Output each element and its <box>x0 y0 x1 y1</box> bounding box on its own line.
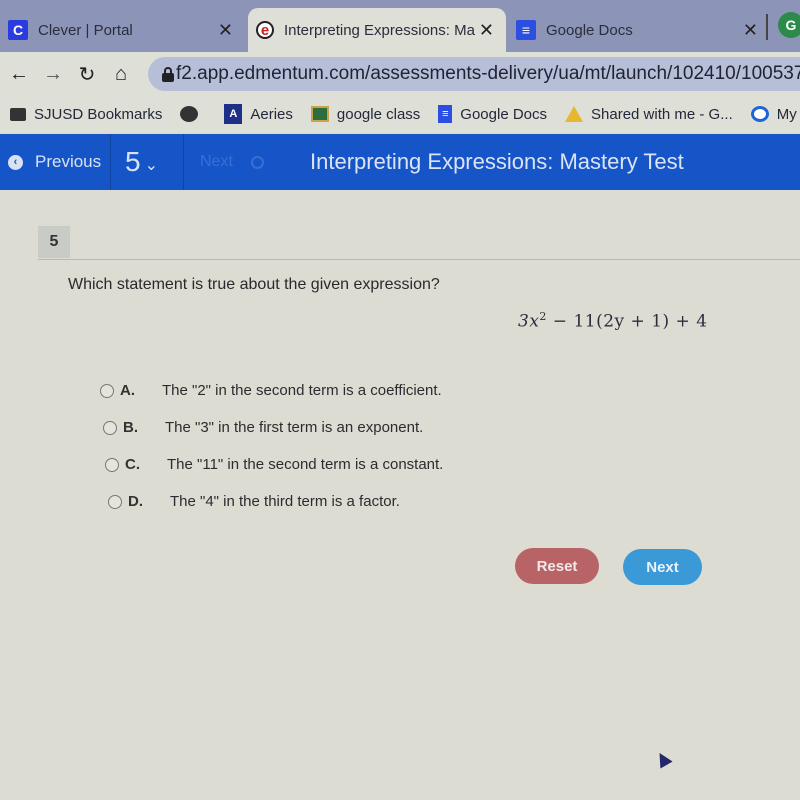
expr-rest: − 11(2y + 1) + 4 <box>546 311 708 332</box>
bookmark-label: Aeries <box>250 105 293 123</box>
tab-google-docs[interactable]: ≡ Google Docs ✕ <box>508 8 770 52</box>
radio-button[interactable] <box>100 383 114 398</box>
chevron-left-circle-icon: ‹ <box>8 154 23 170</box>
google-docs-favicon-icon: ≡ <box>516 20 536 40</box>
address-bar[interactable]: f2.app.edmentum.com/assessments-delivery… <box>148 57 800 91</box>
bookmark-label: Shared with me - G... <box>591 105 733 123</box>
globe-icon <box>180 106 199 122</box>
url-text: f2.app.edmentum.com/assessments-delivery… <box>176 63 800 84</box>
close-tab-icon[interactable]: ✕ <box>479 20 494 41</box>
bookmark-google-docs[interactable]: ≡ Google Docs <box>438 105 547 123</box>
option-letter: C. <box>125 456 140 473</box>
option-b[interactable]: B. The "3" in the first term is an expon… <box>103 409 443 446</box>
bookmark-label: Google Docs <box>460 105 548 123</box>
bookmark-aeries[interactable]: A Aeries <box>224 104 293 124</box>
question-prompt: Which statement is true about the given … <box>68 276 440 293</box>
drive-icon <box>565 106 584 122</box>
clever-favicon-icon: C <box>8 20 28 40</box>
page-title: Interpreting Expressions: Mastery Test <box>310 149 684 174</box>
back-arrow-icon[interactable]: ← <box>4 63 34 86</box>
answer-options: A. The "2" in the second term is a coeff… <box>100 372 443 520</box>
radio-button[interactable] <box>108 494 122 509</box>
tab-clever-portal[interactable]: C Clever | Portal ✕ <box>0 8 245 52</box>
home-icon[interactable]: ⌂ <box>106 63 136 86</box>
bookmark-label: My Dashb <box>776 105 800 123</box>
chevron-right-circle-icon <box>250 155 264 169</box>
option-letter: B. <box>123 419 138 436</box>
docs-icon: ≡ <box>438 105 453 123</box>
next-nav-button-disabled[interactable]: Next <box>184 153 274 171</box>
radio-button[interactable] <box>103 420 117 435</box>
question-panel: 5 Which statement is true about the give… <box>38 226 800 786</box>
question-selector[interactable]: 5 ⌄ <box>111 134 184 190</box>
divider <box>38 259 800 260</box>
expr-term: 3x <box>518 311 540 332</box>
option-text: The "2" in the second term is a coeffici… <box>162 382 442 399</box>
option-d[interactable]: D. The "4" in the third term is a factor… <box>108 483 443 520</box>
option-text: The "11" in the second term is a constan… <box>167 456 444 473</box>
option-letter: A. <box>120 382 135 399</box>
bookmark-my-dashboard[interactable]: My Dashb <box>750 105 800 123</box>
classroom-icon <box>310 106 329 122</box>
browser-toolbar: ← → ↻ ⌂ f2.app.edmentum.com/assessments-… <box>0 52 800 96</box>
tab-separator <box>766 14 768 40</box>
question-number: 5 <box>125 146 141 177</box>
browser-tab-strip: C Clever | Portal ✕ e Interpreting Expre… <box>0 0 800 52</box>
previous-button[interactable]: ‹ Previous <box>0 134 111 190</box>
reset-button[interactable]: Reset <box>515 548 599 584</box>
math-expression: 3x2 − 11(2y + 1) + 4 <box>518 310 708 332</box>
radio-button[interactable] <box>105 457 119 472</box>
close-tab-icon[interactable]: ✕ <box>218 20 233 41</box>
bookmark-label: google class <box>336 105 421 123</box>
option-c[interactable]: C. The "11" in the second term is a cons… <box>105 446 443 483</box>
close-tab-icon[interactable]: ✕ <box>743 20 758 41</box>
option-text: The "3" in the first term is an exponent… <box>165 419 424 436</box>
bookmark-google-class[interactable]: google class <box>310 105 421 123</box>
tab-label: Google Docs <box>546 21 633 39</box>
question-number-badge: 5 <box>38 226 70 258</box>
bookmark-globe[interactable] <box>180 106 206 122</box>
folder-icon <box>10 107 26 121</box>
forward-arrow-icon[interactable]: → <box>38 63 68 86</box>
tab-label: Interpreting Expressions: Ma <box>284 21 475 39</box>
tab-label: Clever | Portal <box>38 21 133 39</box>
assessment-nav-bar: ‹ Previous 5 ⌄ Next Interpreting Express… <box>0 134 800 190</box>
expr-exponent: 2 <box>539 310 547 323</box>
aeries-icon: A <box>224 104 243 124</box>
bookmark-label: SJUSD Bookmarks <box>34 105 163 123</box>
next-button[interactable]: Next <box>623 549 702 585</box>
tab-g-favicon-icon[interactable]: G <box>778 12 800 38</box>
bookmark-sjusd[interactable]: SJUSD Bookmarks <box>10 106 162 123</box>
previous-label: Previous <box>35 152 102 171</box>
reload-icon[interactable]: ↻ <box>72 62 102 87</box>
dashboard-icon <box>750 106 769 122</box>
bookmarks-bar: SJUSD Bookmarks A Aeries google class ≡ … <box>0 96 800 132</box>
edmentum-favicon-icon: e <box>256 21 274 39</box>
tab-interpreting-expressions[interactable]: e Interpreting Expressions: Ma ✕ <box>248 8 506 52</box>
chevron-down-icon: ⌄ <box>144 157 158 174</box>
bookmark-shared-with-me[interactable]: Shared with me - G... <box>565 106 733 123</box>
question-content: 5 Which statement is true about the give… <box>0 196 800 800</box>
option-text: The "4" in the third term is a factor. <box>170 493 400 510</box>
next-nav-label: Next <box>200 153 233 170</box>
option-letter: D. <box>128 493 143 510</box>
option-a[interactable]: A. The "2" in the second term is a coeff… <box>100 372 443 409</box>
